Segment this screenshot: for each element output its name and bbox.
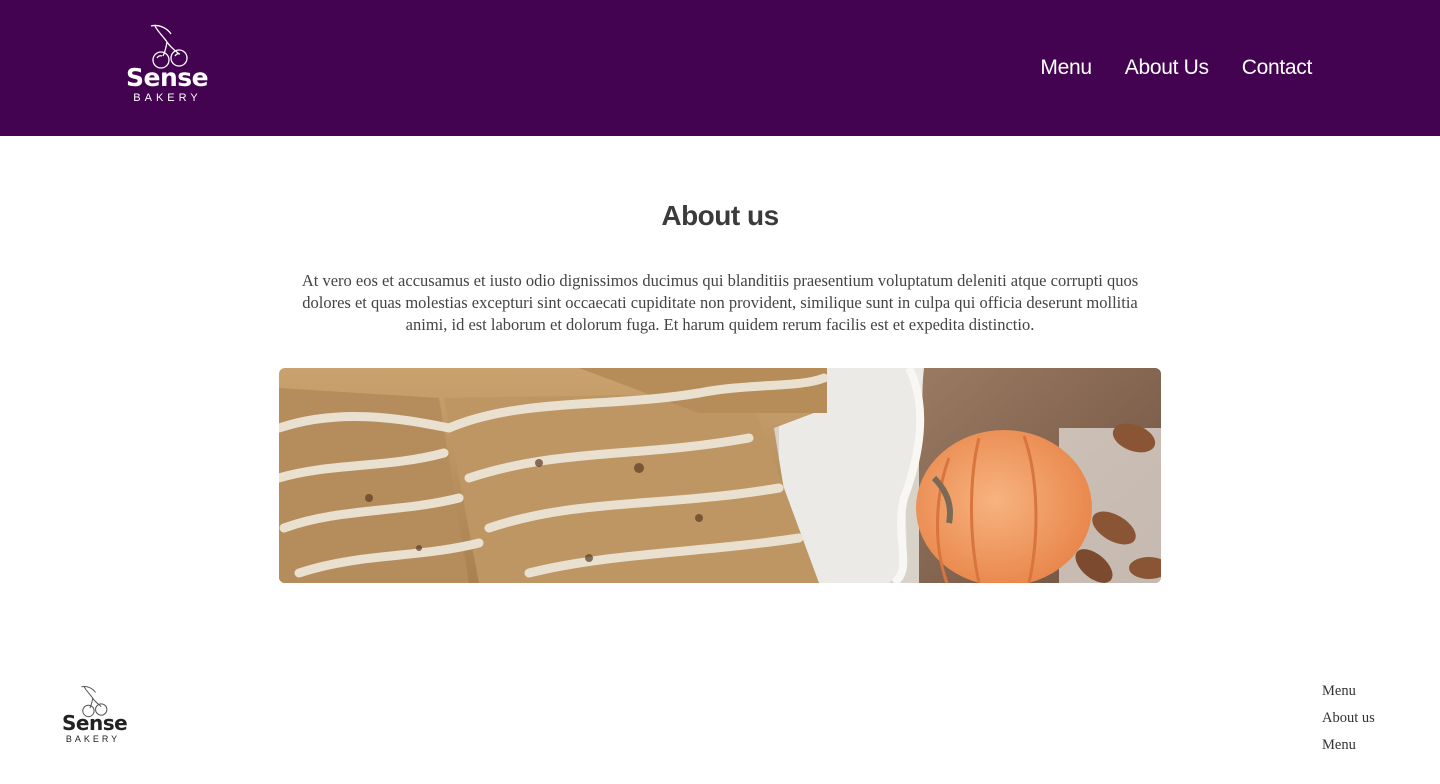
main-nav: Menu About Us Contact [1040, 54, 1312, 82]
footer-link-about[interactable]: About us [1322, 705, 1375, 732]
page-title: About us [661, 200, 779, 231]
nav-menu-link[interactable]: Menu [1040, 54, 1092, 82]
logo-brand: Sense [126, 63, 209, 92]
hero-image [279, 368, 1161, 583]
footer-logo[interactable]: Sense BAKERY [62, 684, 128, 750]
footer-link-menu-2[interactable]: Menu [1322, 732, 1375, 759]
nav-about-link[interactable]: About Us [1125, 54, 1209, 82]
footer-link-menu[interactable]: Menu [1322, 678, 1375, 705]
nav-contact-link[interactable]: Contact [1242, 54, 1313, 82]
footer-nav: Menu About us Menu [1322, 678, 1375, 759]
about-paragraph: At vero eos et accusamus et iusto odio d… [301, 271, 1139, 334]
footer-logo-brand: Sense [62, 711, 128, 735]
logo-subtitle: BAKERY [133, 92, 202, 104]
scones-and-pumpkin-image [279, 368, 1161, 583]
header-logo[interactable]: Sense BAKERY [126, 22, 209, 114]
footer-logo-subtitle: BAKERY [65, 734, 121, 744]
site-header: Sense BAKERY Menu About Us Contact [0, 0, 1440, 136]
